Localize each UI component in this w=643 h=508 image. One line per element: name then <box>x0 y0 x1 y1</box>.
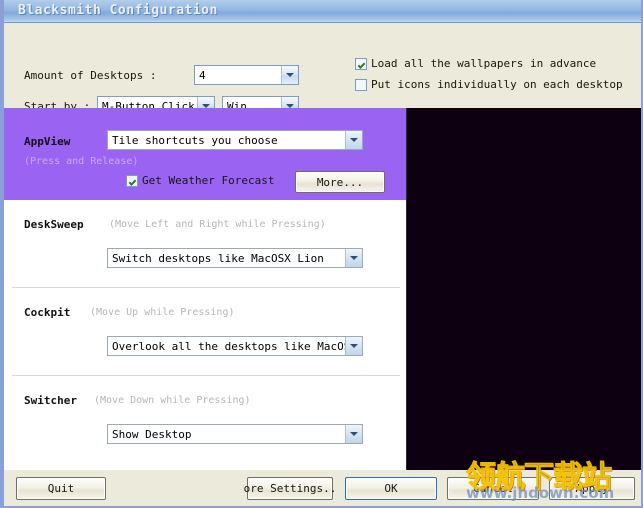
put-icons-checkbox-row[interactable]: Put icons individually on each desktop <box>355 78 623 91</box>
chevron-down-icon[interactable] <box>281 66 298 84</box>
switcher-action-select[interactable]: Show Desktop <box>107 424 363 444</box>
put-icons-label: Put icons individually on each desktop <box>371 78 623 91</box>
get-weather-forecast-checkbox-row[interactable]: Get Weather Forecast <box>126 174 274 187</box>
section-switcher: Switcher (Move Down while Pressing) Show… <box>4 376 406 470</box>
switcher-action-value: Show Desktop <box>112 427 192 441</box>
cockpit-action-value: Overlook all the desktops like MacOSX <box>112 339 345 353</box>
section-switcher-title: Switcher <box>24 394 77 407</box>
general-settings-strip: Amount of Desktops : 4 Start by : M-Butt… <box>4 23 641 116</box>
load-wallpapers-label: Load all the wallpapers in advance <box>371 57 597 70</box>
apply-button[interactable]: Apply <box>549 477 635 500</box>
amount-of-desktops-value: 4 <box>199 68 206 82</box>
chevron-down-icon[interactable] <box>345 249 362 267</box>
section-appview: AppView (Press and Release) Tile shortcu… <box>4 108 406 200</box>
cockpit-action-select[interactable]: Overlook all the desktops like MacOSX <box>107 336 363 356</box>
chevron-down-icon[interactable] <box>345 131 362 149</box>
section-switcher-hint: (Move Down while Pressing) <box>94 395 251 406</box>
get-weather-forecast-label: Get Weather Forecast <box>142 174 275 187</box>
section-appview-title: AppView <box>24 135 71 148</box>
blacksmith-configuration-window: Blacksmith Configuration Amount of Deskt… <box>0 0 643 508</box>
section-desksweep-title: DeskSweep <box>24 218 84 231</box>
load-wallpapers-checkbox[interactable] <box>355 57 367 70</box>
ok-button[interactable]: OK <box>345 477 437 500</box>
title-bar[interactable]: Blacksmith Configuration <box>4 0 641 23</box>
section-cockpit-title: Cockpit <box>24 306 71 319</box>
desktop-preview-panel[interactable] <box>406 108 641 470</box>
desksweep-action-select[interactable]: Switch desktops like MacOSX Lion <box>107 248 363 268</box>
appview-action-select[interactable]: Tile shortcuts you choose <box>107 130 363 150</box>
cancel-button[interactable]: Cancel <box>447 477 539 500</box>
chevron-down-icon[interactable] <box>345 337 362 355</box>
section-cockpit: Cockpit (Move Up while Pressing) Overloo… <box>4 288 406 376</box>
dialog-button-bar: Quit ore Settings.. OK Cancel Apply <box>4 470 641 506</box>
load-wallpapers-checkbox-row[interactable]: Load all the wallpapers in advance <box>355 57 596 70</box>
section-desksweep: DeskSweep (Move Left and Right while Pre… <box>4 200 406 288</box>
amount-of-desktops-select[interactable]: 4 <box>194 65 299 85</box>
more-button[interactable]: More... <box>295 171 385 193</box>
put-icons-checkbox[interactable] <box>355 78 367 91</box>
chevron-down-icon[interactable] <box>345 425 362 443</box>
section-appview-hint: (Press and Release) <box>24 156 139 167</box>
window-title: Blacksmith Configuration <box>18 3 218 18</box>
more-settings-button[interactable]: ore Settings.. <box>244 477 336 500</box>
quit-button[interactable]: Quit <box>16 477 106 500</box>
feature-sections-panel: AppView (Press and Release) Tile shortcu… <box>4 108 406 470</box>
get-weather-forecast-checkbox[interactable] <box>126 174 138 187</box>
desksweep-action-value: Switch desktops like MacOSX Lion <box>112 251 324 265</box>
appview-action-value: Tile shortcuts you choose <box>112 133 278 147</box>
section-cockpit-hint: (Move Up while Pressing) <box>90 307 235 318</box>
section-desksweep-hint: (Move Left and Right while Pressing) <box>109 219 326 230</box>
amount-of-desktops-label: Amount of Desktops : <box>24 69 157 82</box>
